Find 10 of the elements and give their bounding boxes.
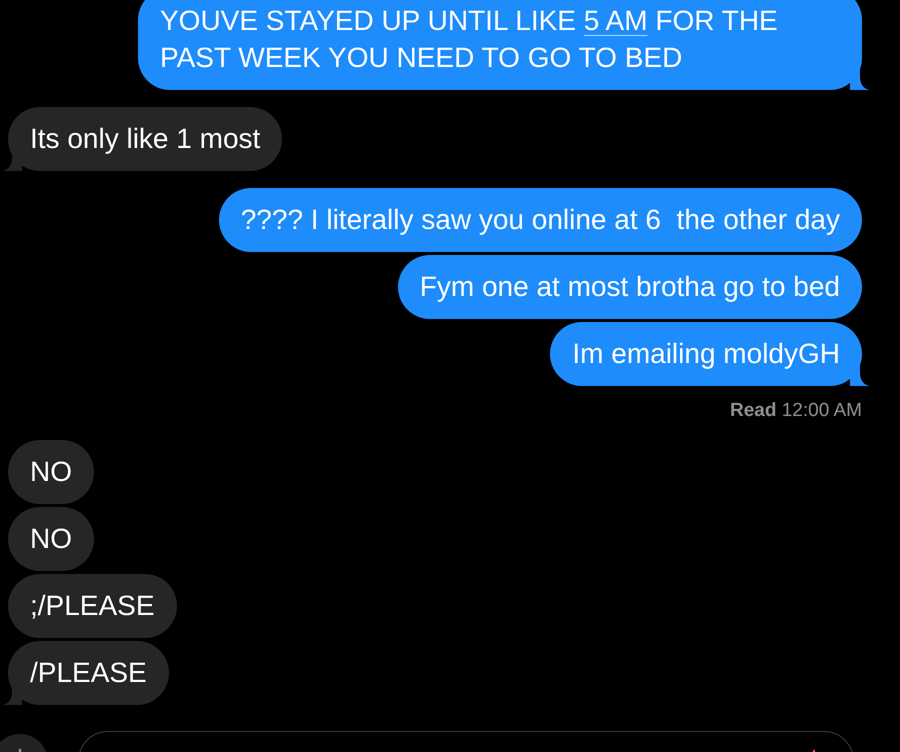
message-bubble: ???? I literally saw you online at 6 the other day	[218, 188, 862, 252]
message-bubble: /PLEASE	[0, 641, 169, 705]
date-link[interactable]: 5 AM	[584, 5, 648, 36]
message-bubble: ;/PLEASE	[8, 574, 177, 638]
read-receipt: Read 12:00 AM	[728, 399, 863, 423]
message-bubble: NO	[8, 507, 94, 571]
message-bubble: Its only like 1 most	[0, 107, 282, 171]
message-bubble: NO	[8, 440, 94, 504]
message-bubble: Fym one at most brotha go to bed	[398, 255, 862, 319]
message-bubble: Im emailing moldyGH	[550, 322, 872, 386]
